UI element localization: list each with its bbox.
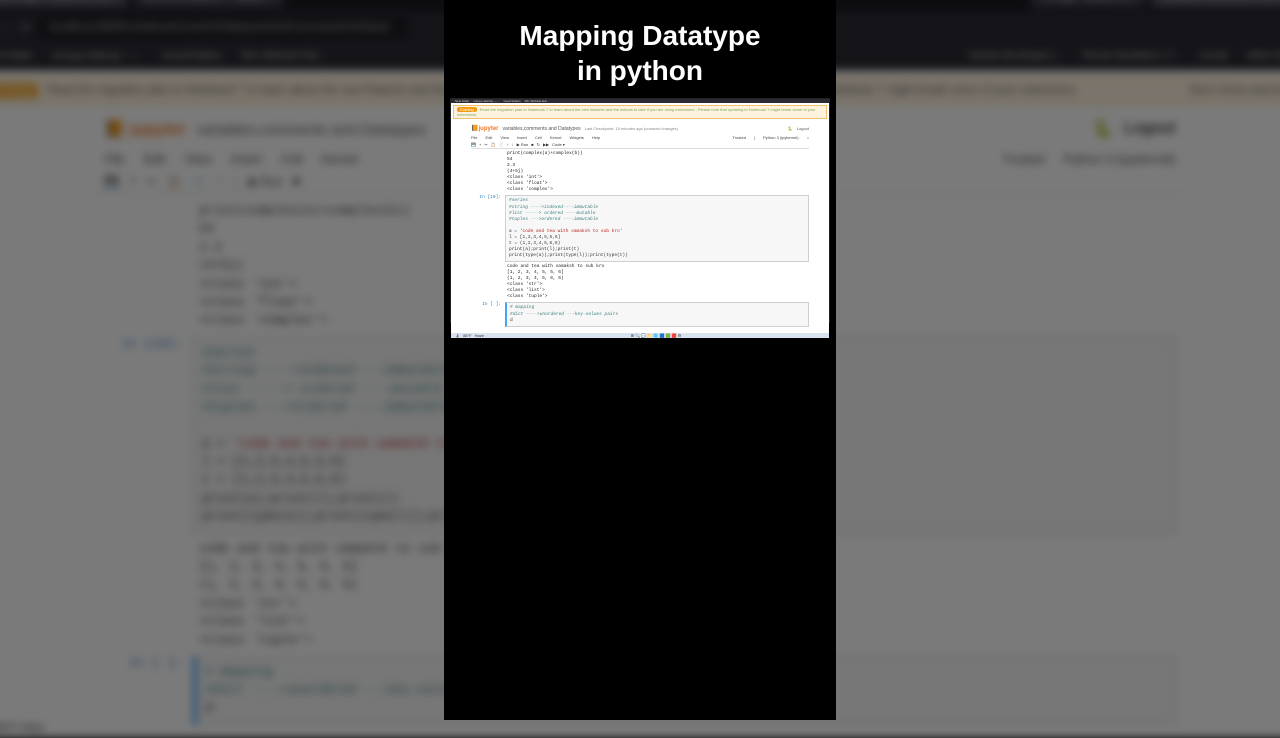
reload-icon[interactable]: ⟳ <box>20 20 30 34</box>
bookmark-item[interactable]: Good folders <box>162 50 222 62</box>
mini-banner: ComingRead the migration plan to Noteboo… <box>453 105 827 119</box>
menu-file[interactable]: File <box>105 152 125 167</box>
move-down-icon[interactable]: ↓ <box>233 175 239 189</box>
save-icon[interactable]: 💾 <box>105 175 119 189</box>
bookmark-item[interactable]: New folder <box>0 50 33 62</box>
video-overlay: Mapping Datatype in python New folder nu… <box>444 0 836 720</box>
mini-taskbar: 🌡88°FHaze ⊞ 🔍 💬 📁 🌐 🟦 🟩 🟥 ⚙ <box>451 333 829 338</box>
menu-view[interactable]: View <box>184 152 211 167</box>
taskbar-icons: ⊞ 🔍 💬 📁 🌐 🟦 🟩 🟥 ⚙ <box>631 333 682 338</box>
mini-notebook: 📙jupyter variables,comments and Datatype… <box>451 121 829 333</box>
trusted-badge: Trusted <box>1002 152 1044 167</box>
mini-screenshot: New folder numpy.ndarray —... Good folde… <box>450 98 830 323</box>
input-prompt: In [10]: <box>105 337 193 534</box>
video-title: Mapping Datatype in python <box>509 0 770 98</box>
python-icon: 🐍 <box>788 126 793 131</box>
bookmark-item[interactable]: Other fav... <box>1246 50 1280 62</box>
bookmark-item[interactable]: OAuth Developer |... <box>969 50 1064 62</box>
browser-tab[interactable]: variables,comments and D... <box>1152 0 1280 7</box>
notebook-title[interactable]: variables,comments and Datatypes <box>197 121 427 138</box>
bookmark-item[interactable]: numpy.ndarray —... <box>52 50 143 62</box>
paste-icon[interactable]: 📄 <box>192 175 206 189</box>
kernel-name[interactable]: Python 3 (ipykernel) <box>1063 152 1175 167</box>
menu-cell[interactable]: Cell <box>281 152 303 167</box>
menu-kernel[interactable]: Kernel <box>321 152 357 167</box>
bookmark-item[interactable]: Gmail <box>1200 50 1227 62</box>
mini-menu: FileEdit ViewInsert CellKernel WidgetsHe… <box>471 134 809 141</box>
browser-tab[interactable]: ...Page - Select or... <box>1032 0 1145 7</box>
banner-badge: Coming <box>0 84 38 98</box>
url-field[interactable]: localhost:8890/notebooks/new%20datasets/… <box>39 17 409 38</box>
browser-tab[interactable]: w3school-python - Jupyte... <box>134 0 283 7</box>
menu-edit[interactable]: Edit <box>144 152 166 167</box>
notebook-title: variables,comments and Datatypes <box>503 126 581 132</box>
menu-insert[interactable]: Insert <box>230 152 262 167</box>
mini-cells: print(complex(a)+complex(b)) 54 2.3 (4+5… <box>471 149 809 331</box>
bookmark-item[interactable]: Wix Website Edi... <box>241 50 326 62</box>
weather-widget[interactable]: 🌡 88°F Haze <box>0 722 45 734</box>
move-up-icon[interactable]: ↑ <box>217 175 223 189</box>
jupyter-logo: 📙jupyter <box>471 125 499 132</box>
add-cell-icon[interactable]: + <box>129 175 136 189</box>
cut-icon[interactable]: ✂ <box>147 175 157 189</box>
bookmark-item[interactable]: Phone Numbers | T... <box>1083 50 1181 62</box>
run-button[interactable]: ▶ Run <box>249 175 282 189</box>
jupyter-logo: 📙 jupyter <box>105 119 187 140</box>
copy-icon[interactable]: 📋 <box>167 175 181 189</box>
python-icon: 🐍 <box>1093 119 1114 140</box>
mini-bookmarks: New folder numpy.ndarray —... Good folde… <box>451 99 829 103</box>
forward-icon[interactable]: → <box>1 21 13 34</box>
input-prompt: In [ ]: <box>105 656 193 725</box>
banner-dismiss[interactable]: Don't show anymore <box>1189 84 1280 97</box>
logout-link[interactable]: Logout <box>1124 120 1175 139</box>
mini-toolbar: 💾+ ✂📋 📄↑ ↓▶ Run ■↻ ▶▶Code ▾ <box>471 141 809 149</box>
browser-tab[interactable]: Home Page - Select or cre... <box>0 0 128 7</box>
stop-icon[interactable]: ■ <box>293 175 300 189</box>
